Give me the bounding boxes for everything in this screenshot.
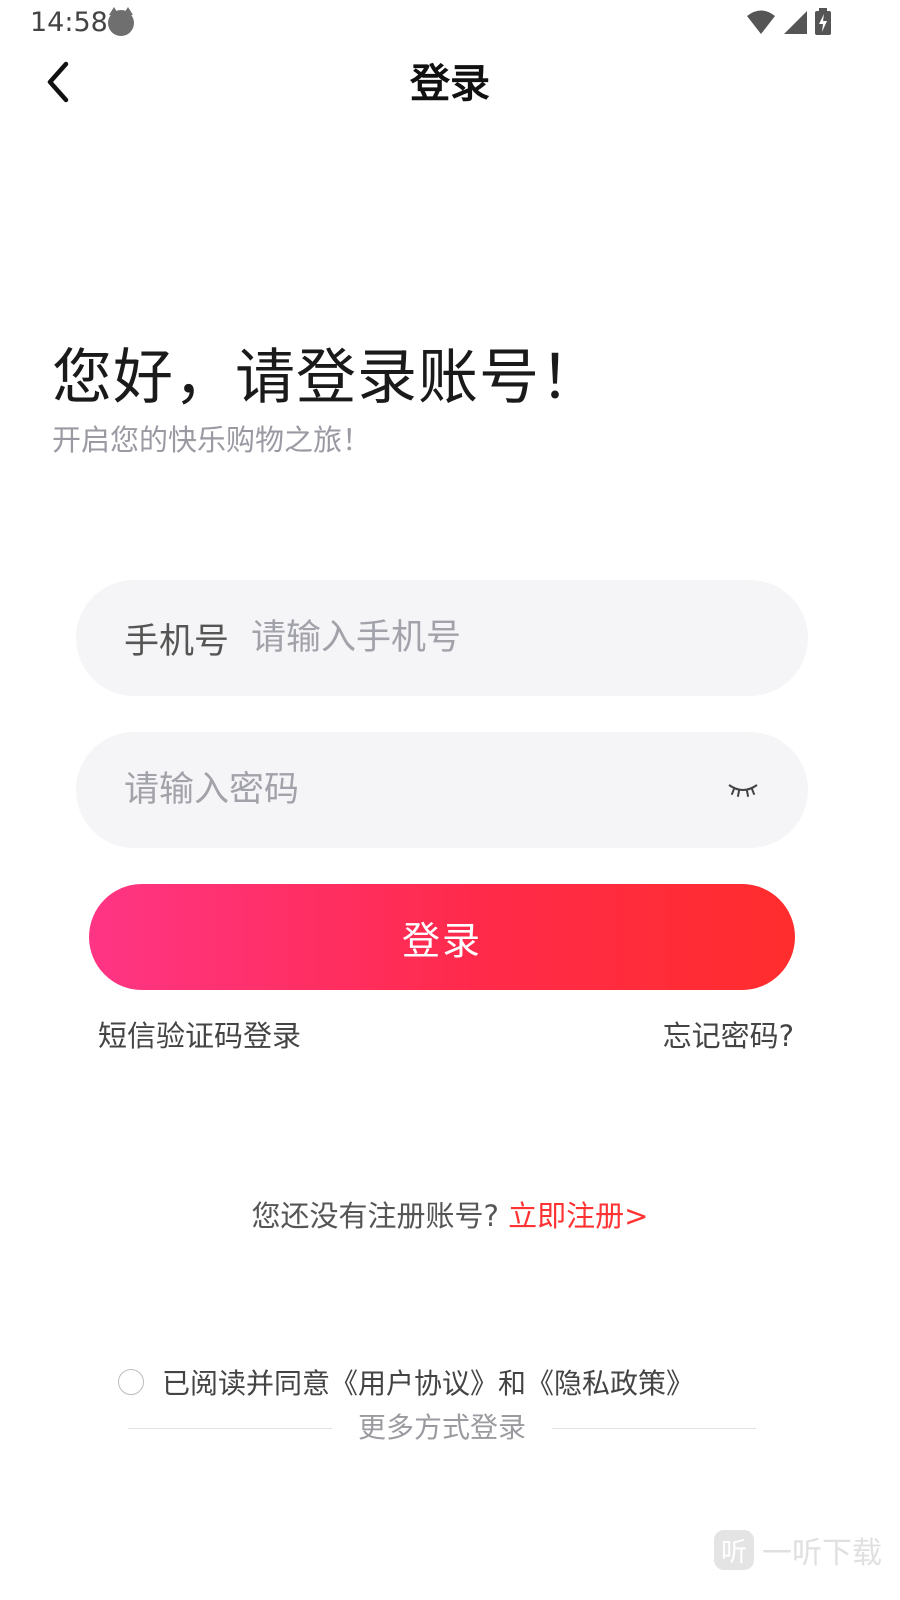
register-link[interactable]: 立即注册> xyxy=(508,1199,648,1233)
forgot-password-link[interactable]: 忘记密码? xyxy=(663,1016,794,1056)
more-login-divider: 更多方式登录 xyxy=(128,1408,757,1448)
greeting-title: 您好，请登录账号！ xyxy=(52,343,601,413)
closed-eye-icon[interactable] xyxy=(726,780,760,800)
phone-label: 手机号 xyxy=(124,621,230,662)
agreement-checkbox[interactable] xyxy=(118,1369,144,1395)
status-icons xyxy=(746,8,832,36)
more-login-label[interactable]: 更多方式登录 xyxy=(332,1408,552,1448)
watermark: 听 一听下载 xyxy=(714,1528,882,1572)
divider-line-right xyxy=(552,1427,757,1429)
cat-notification-icon xyxy=(108,7,134,36)
sms-login-link[interactable]: 短信验证码登录 xyxy=(98,1016,301,1056)
greeting-subtitle: 开启您的快乐购物之旅！ xyxy=(52,423,372,457)
agreement-row: 已阅读并同意《用户协议》和《隐私政策》 xyxy=(118,1362,694,1402)
cell-signal-icon xyxy=(784,11,807,34)
login-button[interactable]: 登录 xyxy=(89,884,795,990)
agreement-text[interactable]: 已阅读并同意《用户协议》和《隐私政策》 xyxy=(162,1362,694,1402)
password-input[interactable] xyxy=(124,770,726,810)
phone-field[interactable]: 手机号 xyxy=(76,580,808,696)
password-field[interactable] xyxy=(76,732,808,848)
watermark-logo-icon: 听 xyxy=(714,1530,754,1570)
phone-input[interactable] xyxy=(251,618,760,658)
watermark-text: 一听下载 xyxy=(762,1536,882,1571)
status-time: 14:58 xyxy=(30,7,108,38)
register-question: 您还没有注册账号? xyxy=(251,1199,499,1233)
wifi-icon xyxy=(747,10,775,34)
register-row: 您还没有注册账号? 立即注册> xyxy=(0,1196,900,1236)
battery-charging-icon xyxy=(815,8,831,35)
page-title: 登录 xyxy=(410,61,490,107)
divider-line-left xyxy=(128,1427,332,1429)
